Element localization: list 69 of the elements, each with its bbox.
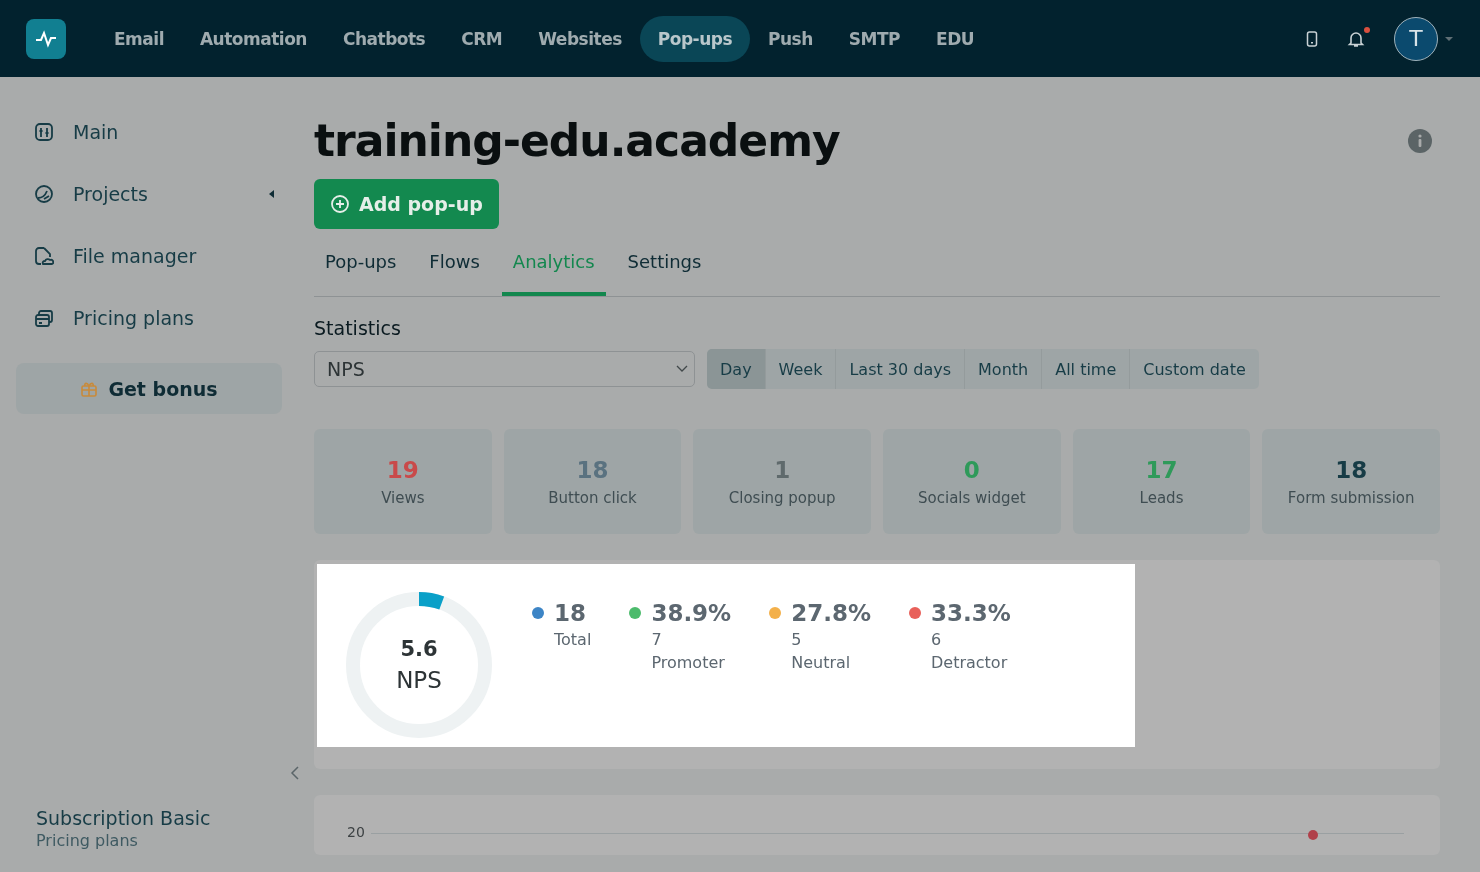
nps-score: 5.6 <box>400 637 438 661</box>
plus-circle-icon <box>330 194 350 214</box>
nav-tab[interactable]: CRM <box>443 15 521 62</box>
metric-count: 5 <box>791 630 803 649</box>
nav-tab[interactable]: Email <box>96 15 182 62</box>
page-title: training-edu.academy <box>314 114 840 168</box>
period-button[interactable]: Custom date <box>1129 349 1259 389</box>
tab[interactable]: Pop-ups <box>314 241 408 296</box>
stat-value: 18 <box>1335 456 1368 483</box>
stat-value: 19 <box>386 456 419 483</box>
get-bonus-button[interactable]: Get bonus <box>16 363 282 414</box>
period-button[interactable]: Last 30 days <box>835 349 965 389</box>
logo-icon[interactable] <box>26 18 66 59</box>
tab[interactable]: Settings <box>616 241 713 296</box>
sliders-icon <box>34 122 54 142</box>
stat-label: Closing popup <box>728 488 836 507</box>
sidebar-item[interactable]: Projects <box>16 163 296 225</box>
add-popup-button[interactable]: Add pop-up <box>314 179 499 229</box>
period-button[interactable]: Month <box>964 349 1042 389</box>
nav-tab[interactable]: Push <box>750 15 831 62</box>
metric-label: Promoter <box>651 653 726 672</box>
caret-icon[interactable] <box>1444 35 1454 42</box>
sidebar-item[interactable]: Main <box>16 101 296 163</box>
user-avatar[interactable]: T <box>1394 16 1438 61</box>
stat-value: 18 <box>576 456 609 483</box>
y-axis-tick: 20 <box>347 825 365 839</box>
metric-value: 33.3% <box>930 600 1011 626</box>
metric-value: 27.8% <box>791 600 871 626</box>
tab[interactable]: Flows <box>418 241 491 296</box>
stat-value: 1 <box>774 456 791 483</box>
metric-count: 6 <box>930 630 943 649</box>
file-icon <box>34 246 54 266</box>
period-button[interactable]: All time <box>1041 349 1130 389</box>
stat-value: 0 <box>963 456 980 483</box>
nav-tab[interactable]: Automation <box>181 15 325 62</box>
chevron-down-icon <box>676 365 688 373</box>
metric-count: 7 <box>651 630 663 649</box>
stat-value: 17 <box>1145 456 1178 483</box>
statistics-select[interactable]: NPS <box>314 351 695 387</box>
metric-label: Detractor <box>930 653 1009 672</box>
nav-tab[interactable]: Chatbots <box>324 15 444 62</box>
period-button[interactable]: Week <box>764 349 836 389</box>
data-point <box>1308 830 1318 840</box>
sidebar-item[interactable]: File manager <box>16 225 296 287</box>
nps-label: NPS <box>396 667 442 693</box>
stat-label: Views <box>381 488 425 507</box>
mobile-icon[interactable] <box>1306 30 1318 47</box>
cards-icon <box>34 308 54 328</box>
stat-label: Form submission <box>1287 488 1415 507</box>
period-button[interactable]: Day <box>707 349 765 389</box>
metric-value: 18 <box>554 600 586 626</box>
pricing-plans-link[interactable]: Pricing plans <box>36 831 296 850</box>
stat-label: Socials widget <box>918 488 1026 507</box>
nav-tab[interactable]: Pop-ups <box>639 15 751 62</box>
metric-label: Total <box>554 630 592 649</box>
nav-tab[interactable]: SMTP <box>830 15 919 62</box>
stat-label: Leads <box>1139 488 1184 507</box>
pie-chart-icon <box>34 184 54 204</box>
metric-value: 38.9% <box>651 600 732 626</box>
caret-icon[interactable] <box>268 189 274 199</box>
info-icon[interactable] <box>1408 129 1432 153</box>
chevron-left-icon[interactable] <box>290 765 300 781</box>
subscription-name: Subscription Basic <box>36 807 212 829</box>
metric-label: Neutral <box>791 653 852 672</box>
sidebar-item[interactable]: Pricing plans <box>16 287 296 349</box>
statistics-label: Statistics <box>314 317 402 339</box>
stat-label: Button click <box>548 488 637 507</box>
nav-tab[interactable]: EDU <box>918 15 993 62</box>
nav-tab[interactable]: Websites <box>520 15 640 62</box>
